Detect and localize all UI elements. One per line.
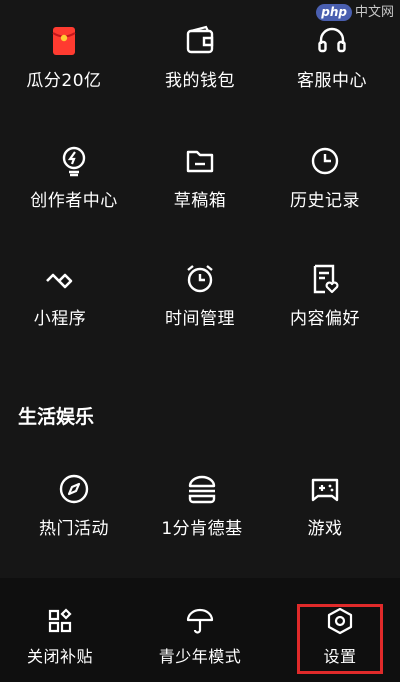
clock-icon <box>308 144 342 178</box>
wallet-icon <box>183 24 217 58</box>
creator-center-label: 创作者中心 <box>30 191 118 211</box>
umbrella-icon <box>185 606 215 636</box>
mini-program-item[interactable]: 小程序 <box>0 262 120 330</box>
burger-icon <box>185 472 219 506</box>
watermark-badge: php <box>316 3 352 21</box>
mini-program-label: 小程序 <box>33 309 87 329</box>
my-wallet-label: 我的钱包 <box>165 71 235 91</box>
alarm-clock-icon <box>183 262 217 296</box>
gamepad-icon <box>308 472 342 506</box>
split-2-billion-label: 瓜分20亿 <box>26 71 102 91</box>
red-envelope-icon <box>47 24 81 58</box>
customer-service-label: 客服中心 <box>297 71 367 91</box>
kfc-1-yuan-item[interactable]: 1分肯德基 <box>142 472 262 540</box>
kfc-1-yuan-label: 1分肯德基 <box>161 519 243 539</box>
content-preference-item[interactable]: 内容偏好 <box>265 262 385 330</box>
history-label: 历史记录 <box>290 191 360 211</box>
mini-program-icon <box>43 262 77 296</box>
content-preference-label: 内容偏好 <box>290 309 360 329</box>
headset-icon <box>315 24 349 58</box>
split-2-billion-item[interactable]: 瓜分20亿 <box>4 24 124 92</box>
time-management-item[interactable]: 时间管理 <box>140 262 260 330</box>
folder-icon <box>183 144 217 178</box>
compass-icon <box>57 472 91 506</box>
customer-service-item[interactable]: 客服中心 <box>272 24 392 92</box>
time-management-label: 时间管理 <box>165 309 235 329</box>
apps-grid-icon <box>45 606 75 636</box>
teen-mode-label: 青少年模式 <box>158 647 242 666</box>
watermark-text: 中文网 <box>354 4 394 20</box>
hot-events-label: 热门活动 <box>39 519 109 539</box>
drafts-label: 草稿箱 <box>173 191 227 211</box>
section-title-entertainment: 生活娱乐 <box>18 406 95 428</box>
my-wallet-item[interactable]: 我的钱包 <box>140 24 260 92</box>
teen-mode-item[interactable]: 青少年模式 <box>140 606 260 668</box>
close-subsidy-label: 关闭补贴 <box>26 647 93 666</box>
hot-events-item[interactable]: 热门活动 <box>14 472 134 540</box>
history-item[interactable]: 历史记录 <box>265 144 385 212</box>
settings-highlight-box <box>297 604 383 674</box>
games-label: 游戏 <box>307 519 343 539</box>
lightbulb-icon <box>57 144 91 178</box>
close-subsidy-item[interactable]: 关闭补贴 <box>0 606 120 668</box>
creator-center-item[interactable]: 创作者中心 <box>14 144 134 212</box>
games-item[interactable]: 游戏 <box>265 472 385 540</box>
watermark: php 中文网 <box>316 2 394 22</box>
drafts-item[interactable]: 草稿箱 <box>140 144 260 212</box>
document-heart-icon <box>308 262 342 296</box>
